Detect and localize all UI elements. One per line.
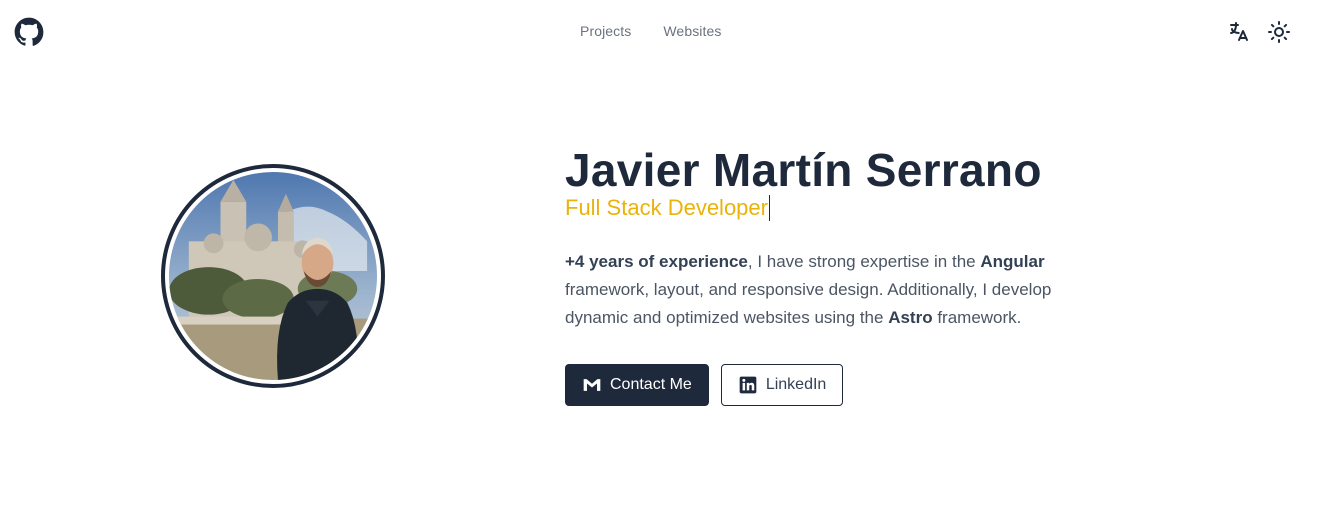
contact-me-button[interactable]: Contact Me — [565, 364, 709, 406]
top-navigation: Projects Websites — [0, 0, 1343, 64]
bio-highlight-experience: +4 years of experience — [565, 252, 748, 271]
sun-icon[interactable] — [1267, 20, 1291, 44]
bio-paragraph: +4 years of experience, I have strong ex… — [565, 248, 1110, 332]
typing-caret — [768, 195, 770, 221]
nav-projects[interactable]: Projects — [580, 23, 631, 39]
bio-text-1: , I have strong expertise in the — [747, 252, 981, 271]
github-icon[interactable] — [14, 17, 44, 47]
bio-text-3: framework. — [932, 308, 1022, 327]
translate-icon[interactable] — [1227, 20, 1251, 44]
hero-section: Javier Martín Serrano Full Stack Develop… — [565, 142, 1125, 406]
linkedin-button[interactable]: LinkedIn — [720, 364, 844, 406]
bio-highlight-angular: Angular — [980, 252, 1045, 271]
bio-highlight-astro: Astro — [888, 308, 933, 327]
page-title: Javier Martín Serrano — [565, 144, 1042, 196]
hero-actions: Contact Me LinkedIn — [565, 364, 1125, 406]
profile-photo — [169, 172, 377, 380]
main-nav: Projects Websites — [580, 23, 722, 39]
nav-websites[interactable]: Websites — [663, 23, 721, 39]
linkedin-icon — [739, 376, 757, 394]
avatar — [161, 164, 385, 388]
linkedin-label: LinkedIn — [765, 376, 827, 393]
contact-me-label: Contact Me — [610, 376, 692, 393]
gmail-icon — [583, 379, 601, 391]
role-text: Full Stack Developer — [565, 195, 768, 220]
role-subtitle: Full Stack Developer — [565, 195, 1125, 221]
